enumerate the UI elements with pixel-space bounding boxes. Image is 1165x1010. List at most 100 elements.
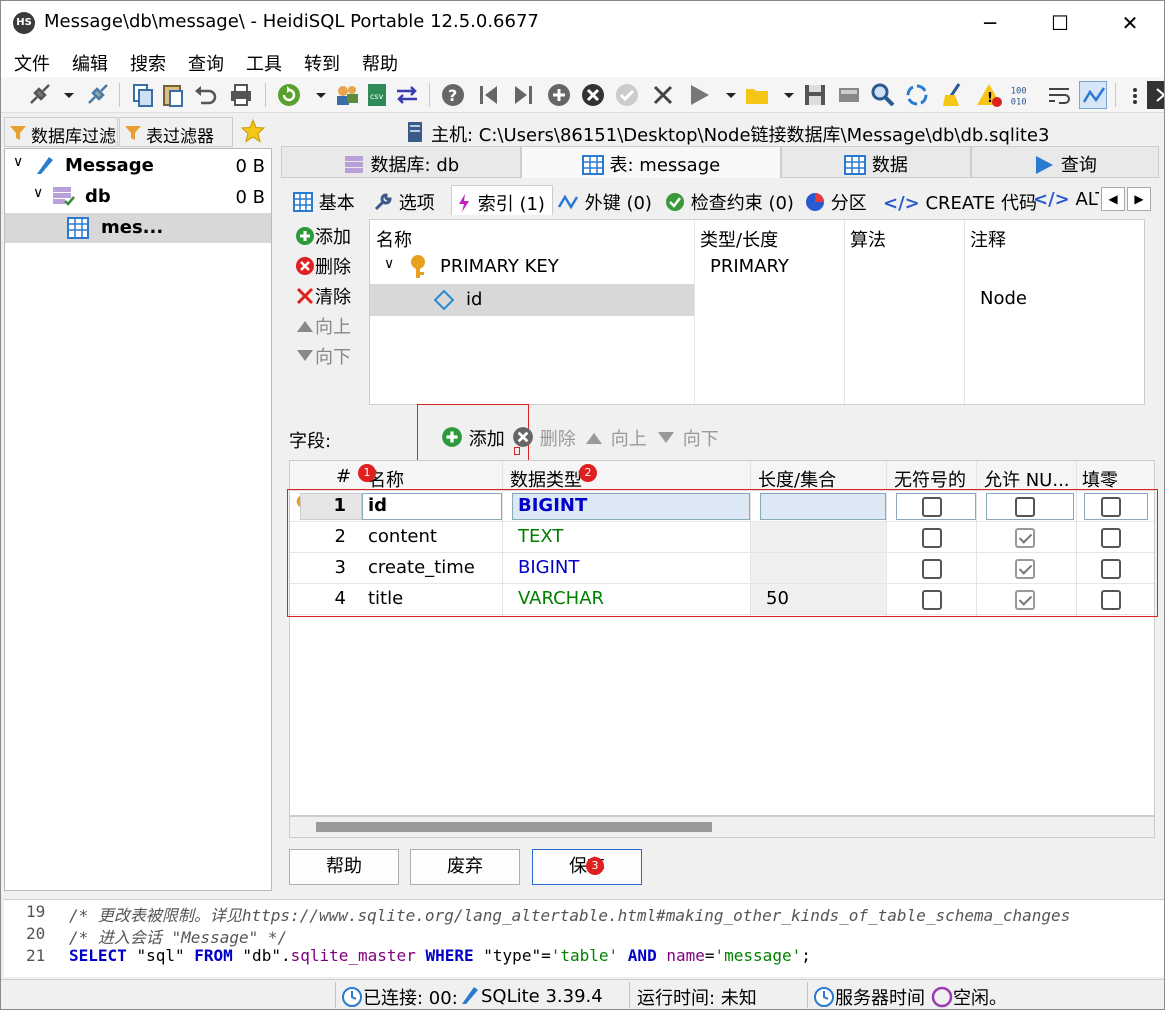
scrollbar-thumb[interactable] (316, 822, 712, 832)
user-manager-icon[interactable] (333, 81, 361, 109)
binary-icon[interactable]: 100 010 (1009, 81, 1041, 109)
run-dropdown-icon[interactable] (717, 81, 736, 109)
db-filter-tab[interactable]: 数据库过滤 (4, 117, 118, 147)
tab-table[interactable]: 表: message (521, 146, 781, 178)
index-vertical-scrollbar[interactable] (1145, 219, 1155, 405)
search-icon[interactable] (869, 81, 897, 109)
clear-icon[interactable] (939, 81, 967, 109)
tree-node-db[interactable]: ∨ db 0 B (5, 182, 271, 212)
tab-data[interactable]: 数据 (781, 146, 971, 178)
clock-icon (814, 987, 834, 1007)
disk-icon[interactable] (835, 81, 863, 109)
sql-log[interactable]: 19 /* 更改表被限制。详见https://www.sqlite.org/la… (4, 899, 1164, 977)
post-record-icon[interactable] (613, 81, 641, 109)
code-brackets-icon: </> (1033, 189, 1070, 210)
sql-token: "db" (242, 946, 281, 965)
overflow-chevron-icon[interactable] (1147, 81, 1164, 109)
expand-chevron-icon[interactable]: ∨ (33, 185, 43, 201)
index-clear-button[interactable]: 清除 (295, 283, 351, 309)
csv-export-icon[interactable]: csv (363, 81, 391, 109)
table-grid-icon (67, 217, 89, 239)
index-col-algorithm: 算法 (850, 230, 886, 251)
maximize-button[interactable]: ☐ (1025, 1, 1095, 45)
status-server-time: 服务器时间 (813, 984, 925, 1009)
refresh-dropdown-icon[interactable] (307, 81, 326, 109)
menu-file[interactable]: 文件 (14, 50, 50, 76)
tree-node-message[interactable]: ∨ Message 0 B (5, 151, 271, 181)
subtab-basic[interactable]: 基本 (293, 185, 367, 215)
add-record-icon[interactable] (545, 81, 573, 109)
add-circle-icon (296, 227, 314, 245)
field-add-button[interactable]: 添加 (441, 425, 505, 451)
expand-chevron-icon[interactable]: ∨ (13, 154, 23, 170)
warning-icon[interactable]: ! (975, 81, 1003, 109)
connect-plug-icon[interactable] (25, 81, 53, 109)
refresh-icon[interactable] (275, 81, 303, 109)
subtab-alter-code[interactable]: </> ALTER (1033, 185, 1099, 215)
menu-query[interactable]: 查询 (188, 50, 224, 76)
foreign-key-icon (557, 194, 579, 210)
fields-header: # 名称 数据类型 长度/集合 无符号的 允许 NU... 填零 (290, 461, 1154, 491)
sync-icon[interactable] (1079, 81, 1107, 109)
help-button[interactable]: 帮助 (289, 849, 399, 885)
tab-database[interactable]: 数据库: db (281, 146, 521, 178)
tree-node-message-table[interactable]: mes... (5, 213, 271, 243)
save-icon[interactable] (801, 81, 829, 109)
menu-help[interactable]: 帮助 (362, 50, 398, 76)
field-delete-button[interactable]: 删除 (512, 425, 576, 451)
sql-text: /* 进入会话 "Message" */ (69, 928, 288, 947)
index-add-button[interactable]: 添加 (295, 223, 351, 249)
menu-edit[interactable]: 编辑 (72, 50, 108, 76)
open-folder-icon[interactable] (743, 81, 771, 109)
last-record-icon[interactable] (509, 81, 537, 109)
expand-chevron-icon[interactable]: ∨ (384, 256, 394, 272)
tab-label: 表: message (609, 155, 721, 176)
filter-funnel-icon (10, 126, 26, 140)
table-filter-tab[interactable]: 表过滤器 (119, 117, 233, 147)
folder-dropdown-icon[interactable] (775, 81, 794, 109)
menu-goto[interactable]: 转到 (304, 50, 340, 76)
subtab-check-constraints[interactable]: 检查约束 (0) (665, 185, 799, 215)
minimize-button[interactable]: ─ (955, 1, 1025, 45)
index-delete-button[interactable]: 删除 (295, 253, 351, 279)
transfer-icon[interactable] (393, 81, 421, 109)
sql-token: . (280, 946, 291, 965)
index-up-button[interactable]: 向上 (295, 313, 351, 339)
subtab-partitions[interactable]: 分区 (805, 185, 877, 215)
field-down-button[interactable]: 向下 (655, 425, 719, 451)
subtab-indexes[interactable]: 索引 (1) (451, 185, 553, 215)
close-button[interactable]: ✕ (1095, 1, 1164, 45)
paste-icon[interactable] (159, 81, 187, 109)
status-separator (335, 982, 336, 1008)
more-icon[interactable] (1121, 81, 1137, 109)
subtab-create-code[interactable]: </> CREATE 代码 (883, 185, 1037, 215)
replace-icon[interactable] (903, 81, 931, 109)
subtab-scroll-right-icon[interactable]: ▶ (1127, 187, 1151, 211)
subtab-scroll-left-icon[interactable]: ◀ (1101, 187, 1125, 211)
index-row-column[interactable]: id (370, 284, 694, 316)
table-grid-icon (293, 192, 313, 212)
index-down-button[interactable]: 向下 (295, 343, 351, 369)
help-icon[interactable]: ? (439, 81, 467, 109)
line-number: 21 (26, 946, 46, 965)
delete-record-icon[interactable] (579, 81, 607, 109)
print-icon[interactable] (227, 81, 255, 109)
menu-search[interactable]: 搜索 (130, 50, 166, 76)
favorite-star-icon[interactable] (240, 118, 266, 143)
subtab-foreign-keys[interactable]: 外键 (0) (557, 185, 657, 215)
disconnect-plug-icon[interactable] (83, 81, 111, 109)
copy-icon[interactable] (129, 81, 157, 109)
wrap-icon[interactable] (1045, 81, 1073, 109)
fields-horizontal-scrollbar[interactable] (289, 816, 1155, 838)
field-up-button[interactable]: 向上 (583, 425, 647, 451)
connect-dropdown-icon[interactable] (55, 81, 74, 109)
run-query-icon[interactable] (685, 81, 713, 109)
menu-tools[interactable]: 工具 (246, 50, 282, 76)
first-record-icon[interactable] (475, 81, 503, 109)
subtab-options[interactable]: 选项 (373, 185, 445, 215)
tab-query[interactable]: 查询 (971, 146, 1159, 178)
index-row-primary[interactable]: ∨ PRIMARY KEY (370, 252, 694, 282)
cancel-record-icon[interactable] (649, 81, 677, 109)
undo-icon[interactable] (191, 81, 219, 109)
discard-button[interactable]: 废弃 (410, 849, 520, 885)
